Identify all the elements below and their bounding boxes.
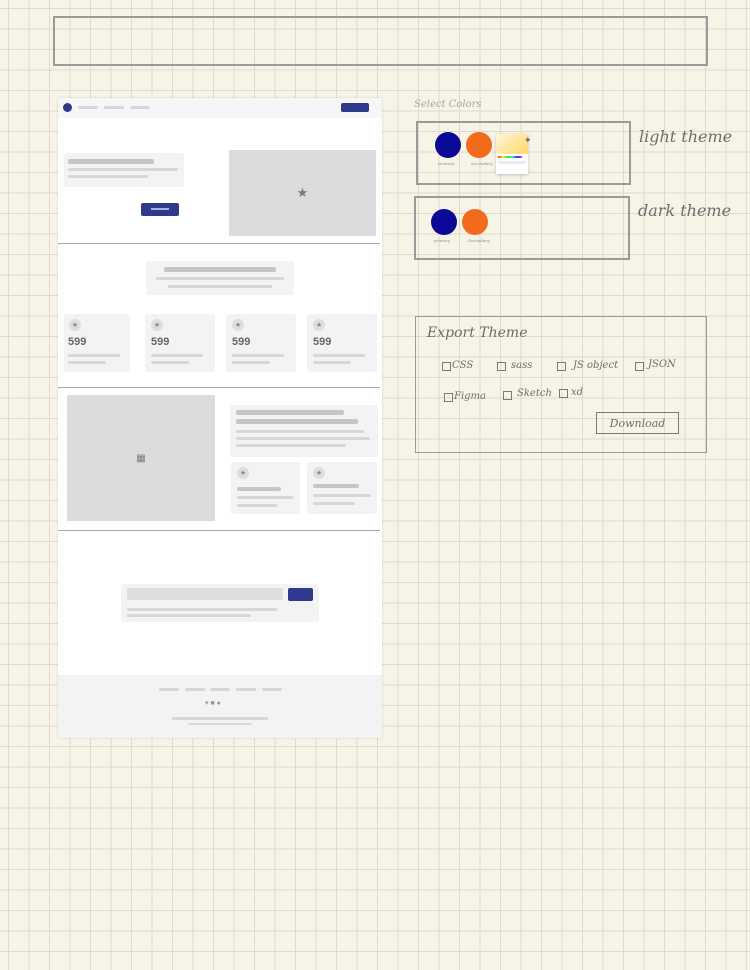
- light-theme-box: primary Secondary ✦: [416, 121, 631, 185]
- footer-link[interactable]: [236, 688, 256, 691]
- stat-value: 599: [232, 336, 251, 348]
- subscribe-button[interactable]: [288, 588, 313, 601]
- stat-value: 599: [68, 336, 87, 348]
- facebook-icon[interactable]: ■: [210, 700, 214, 707]
- hero-cta-button[interactable]: [141, 203, 179, 216]
- sketch-label: Sketch: [517, 388, 552, 399]
- secondary-color-swatch[interactable]: [462, 209, 488, 235]
- feature-card: ★: [231, 462, 300, 514]
- footer-link[interactable]: [262, 688, 282, 691]
- star-icon: ★: [151, 319, 163, 331]
- nav-link[interactable]: [104, 106, 124, 109]
- js-object-label: JS object: [573, 360, 619, 371]
- feature-image-placeholder: ▦: [67, 395, 215, 521]
- hero-image-placeholder: ★: [229, 150, 376, 236]
- stat-value: 599: [313, 336, 332, 348]
- feature-text-block: [230, 405, 378, 457]
- css-label: CSS: [452, 360, 474, 371]
- stat-card: ★ 599: [145, 314, 215, 372]
- light-theme-label: light theme: [639, 127, 733, 146]
- nav-link[interactable]: [78, 106, 98, 109]
- primary-label: primary: [438, 161, 455, 166]
- cursor-icon: ✦: [524, 135, 532, 145]
- twitter-icon[interactable]: ▾: [205, 700, 209, 707]
- download-button[interactable]: Download: [596, 412, 679, 434]
- star-icon: ★: [232, 319, 244, 331]
- secondary-label: Secondary: [471, 161, 493, 166]
- stat-value: 599: [151, 336, 170, 348]
- title-placeholder-box: [53, 16, 708, 66]
- nav-bar: [58, 98, 382, 118]
- stat-card: ★ 599: [226, 314, 296, 372]
- feature-card: ★: [307, 462, 377, 514]
- figma-checkbox[interactable]: [444, 393, 453, 402]
- stat-card: ★ 599: [64, 314, 130, 372]
- hue-slider[interactable]: [498, 156, 522, 158]
- star-icon: ★: [313, 467, 325, 479]
- xd-checkbox[interactable]: [559, 389, 568, 398]
- logo[interactable]: [63, 103, 72, 112]
- star-icon: ★: [313, 319, 325, 331]
- css-checkbox[interactable]: [442, 362, 451, 371]
- secondary-label: Secondary: [468, 238, 490, 243]
- star-icon: ★: [296, 185, 309, 200]
- json-checkbox[interactable]: [635, 362, 644, 371]
- hero-text-block: [64, 153, 184, 187]
- stat-card: ★ 599: [307, 314, 377, 372]
- image-icon: ▦: [136, 452, 146, 464]
- export-theme-panel: Export Theme CSS sass JS object JSON Fig…: [415, 316, 707, 453]
- sass-label: sass: [511, 360, 533, 371]
- website-wireframe: ★ ★ 599 ★ 599 ★ 599 ★ 599 ▦ ★ ★ ▾ ■ ●: [58, 98, 382, 738]
- primary-label: primary: [434, 238, 451, 243]
- xd-label: xd: [571, 387, 584, 398]
- dark-theme-label: dark theme: [638, 201, 732, 220]
- nav-link[interactable]: [130, 106, 150, 109]
- instagram-icon[interactable]: ●: [217, 700, 221, 707]
- primary-color-swatch[interactable]: [431, 209, 457, 235]
- footer-link[interactable]: [210, 688, 230, 691]
- social-icons: ▾ ■ ●: [205, 699, 221, 707]
- signup-block: [121, 584, 319, 622]
- footer: ▾ ■ ●: [58, 675, 382, 738]
- stats-heading-block: [146, 261, 294, 295]
- primary-color-swatch[interactable]: [435, 132, 461, 158]
- star-icon: ★: [237, 467, 249, 479]
- star-icon: ★: [69, 319, 81, 331]
- nav-cta-button[interactable]: [341, 103, 369, 112]
- sass-checkbox[interactable]: [497, 362, 506, 371]
- footer-link[interactable]: [185, 688, 205, 691]
- select-colors-heading: Select Colors: [414, 99, 482, 110]
- dark-theme-box: primary Secondary: [414, 196, 630, 260]
- secondary-color-swatch[interactable]: [466, 132, 492, 158]
- footer-link[interactable]: [159, 688, 179, 691]
- email-input[interactable]: [127, 588, 283, 600]
- figma-label: Figma: [454, 391, 486, 402]
- json-label: JSON: [648, 359, 676, 370]
- sketch-checkbox[interactable]: [503, 391, 512, 400]
- export-title: Export Theme: [427, 325, 528, 341]
- js-object-checkbox[interactable]: [557, 362, 566, 371]
